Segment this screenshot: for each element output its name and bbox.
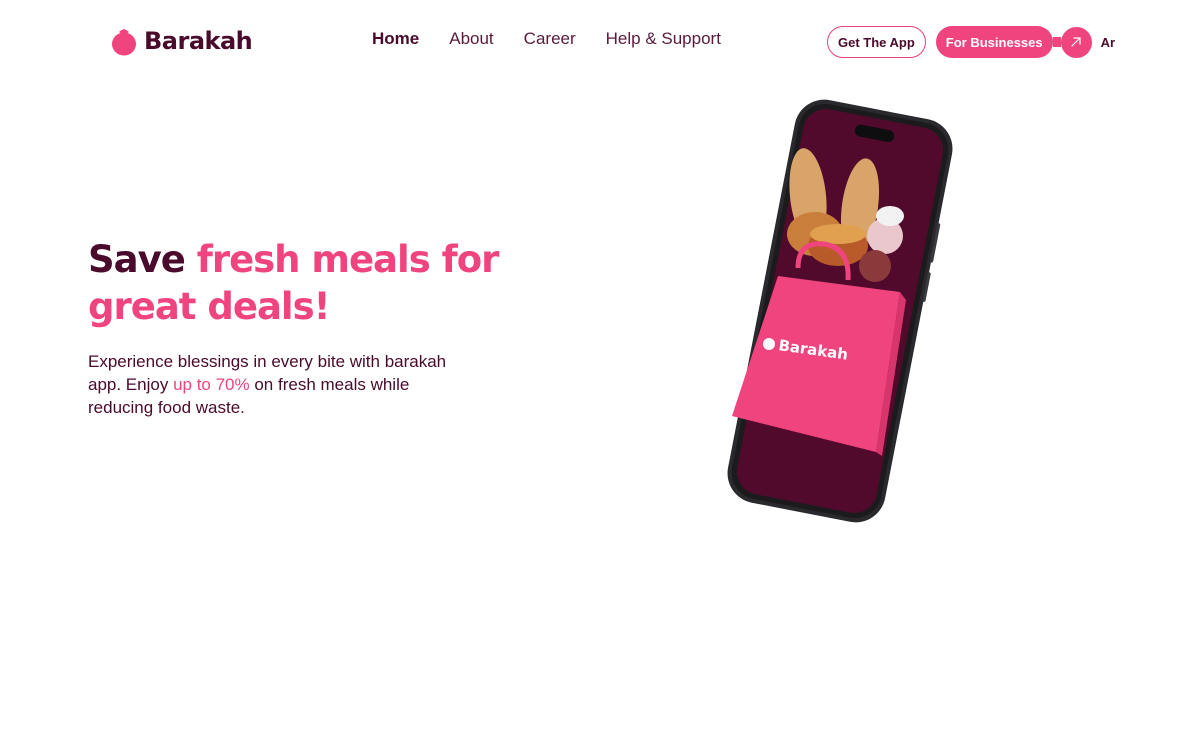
nav-help-support[interactable]: Help & Support bbox=[606, 29, 721, 49]
bag-logo-icon bbox=[763, 338, 775, 350]
get-the-app-button[interactable]: Get The App bbox=[827, 26, 926, 58]
arrow-up-right-icon bbox=[1071, 37, 1081, 47]
language-toggle[interactable]: Ar bbox=[1101, 35, 1115, 50]
phone-illustration: Barakah bbox=[720, 96, 960, 526]
header-actions: Get The App For Businesses Ar bbox=[827, 26, 1115, 58]
discount-highlight: up to 70% bbox=[173, 375, 250, 394]
main-nav: Home About Career Help & Support bbox=[372, 29, 721, 49]
for-businesses-group: For Businesses bbox=[935, 26, 1092, 58]
logo-text: Barakah bbox=[144, 27, 253, 55]
button-connector bbox=[1052, 37, 1061, 47]
nav-home[interactable]: Home bbox=[372, 29, 419, 49]
for-businesses-button[interactable]: For Businesses bbox=[935, 26, 1053, 58]
hero-title: Save fresh meals for great deals! bbox=[88, 236, 608, 330]
hero-title-plain: Save bbox=[88, 238, 197, 281]
site-header: Barakah Home About Career Help & Support… bbox=[0, 0, 1200, 84]
logo-link[interactable]: Barakah bbox=[110, 26, 253, 56]
nav-career[interactable]: Career bbox=[524, 29, 576, 49]
barakah-logo-icon bbox=[112, 29, 136, 56]
arrow-up-right-button[interactable] bbox=[1060, 26, 1092, 58]
nav-about[interactable]: About bbox=[449, 29, 493, 49]
phone-with-bag-image: Barakah bbox=[727, 99, 953, 523]
hero-subtitle: Experience blessings in every bite with … bbox=[88, 350, 478, 419]
